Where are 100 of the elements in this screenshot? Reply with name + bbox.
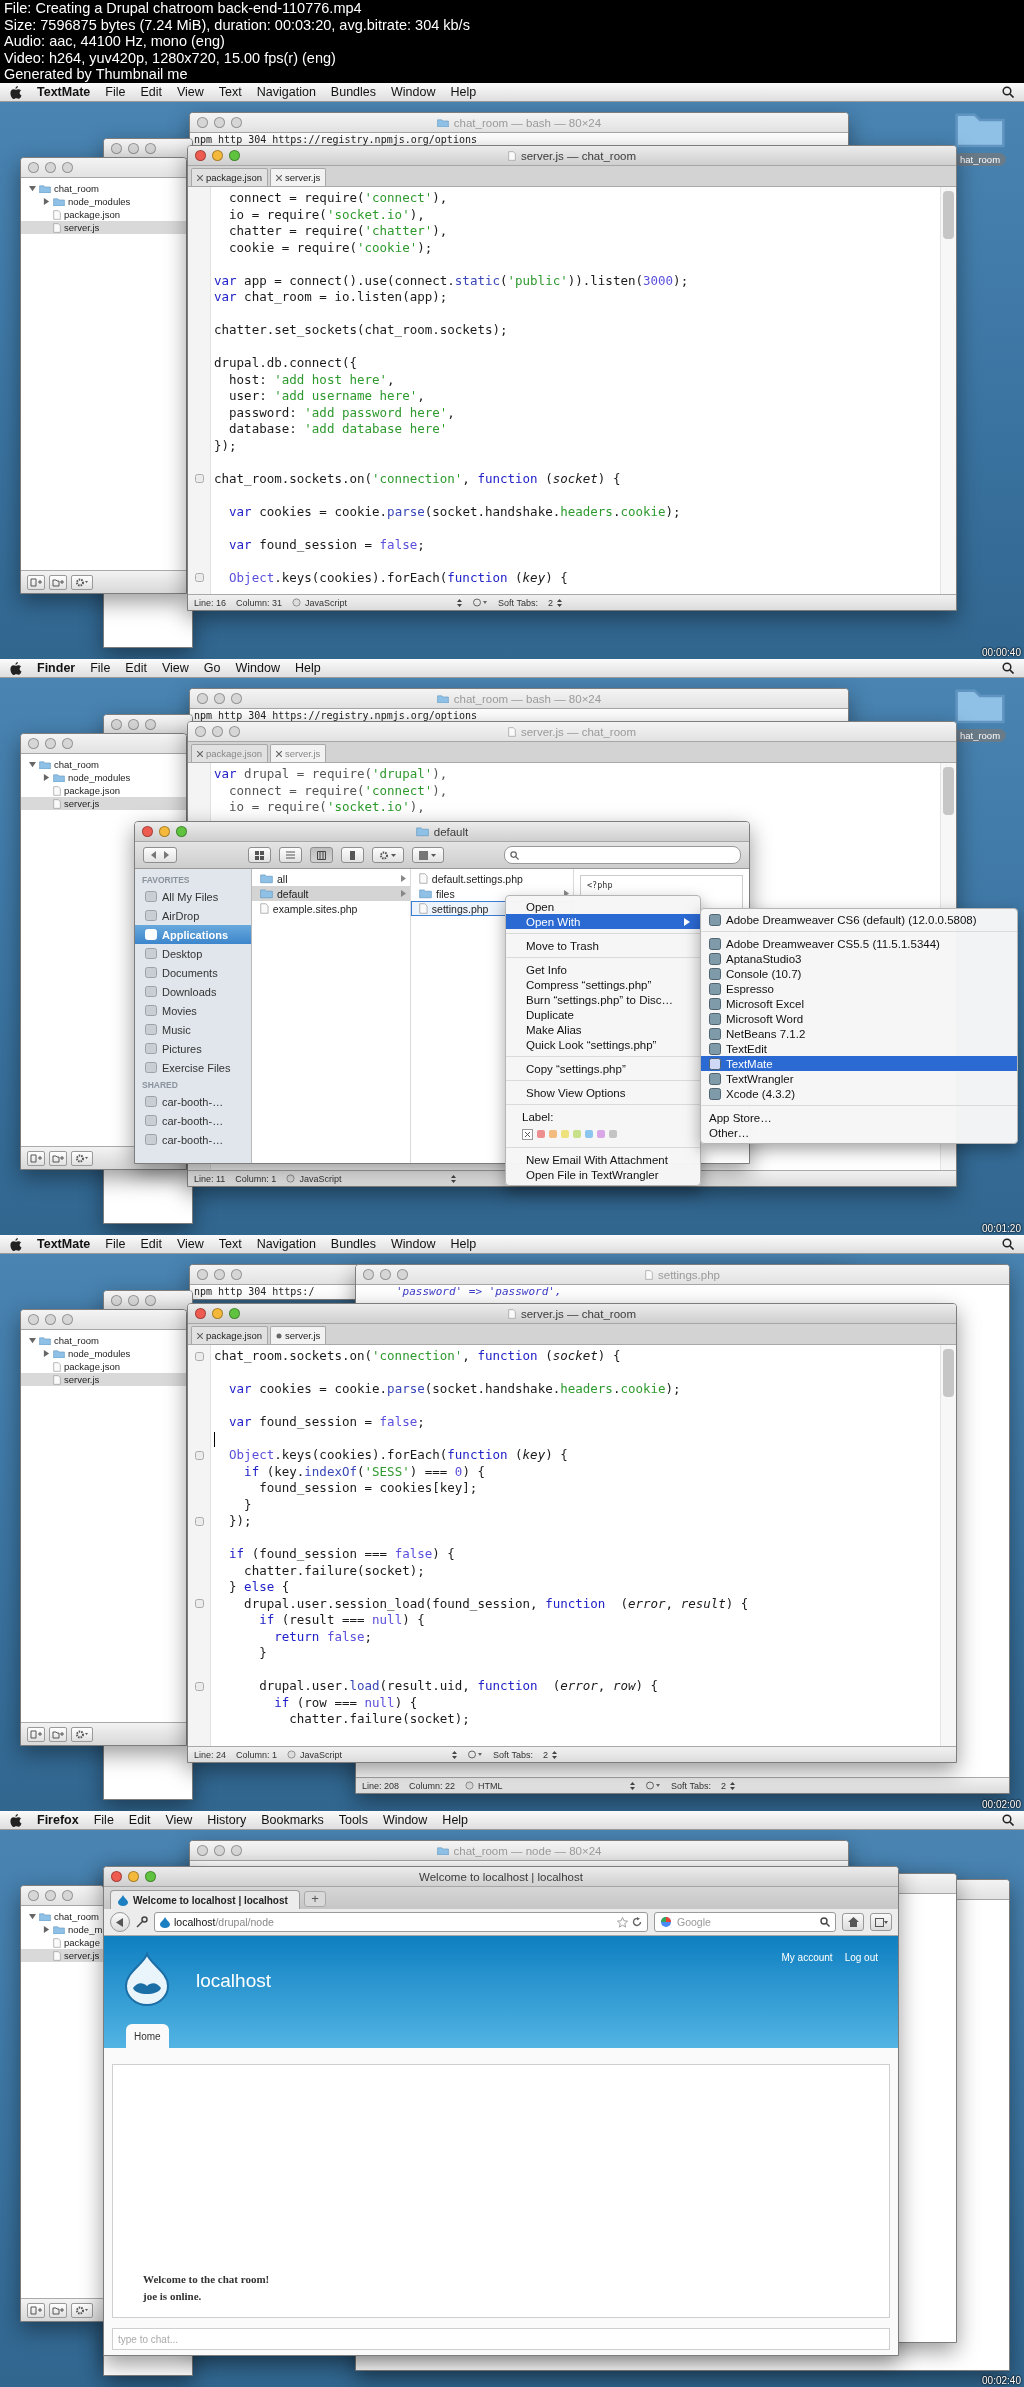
zoom-button[interactable] xyxy=(229,150,240,161)
menu-item[interactable]: Console (10.7) xyxy=(701,966,1017,981)
tree-item[interactable]: chat_room xyxy=(21,758,186,771)
menu-item[interactable]: TextMate xyxy=(701,1056,1017,1071)
menu-bar-item[interactable]: Bookmarks xyxy=(261,1813,324,1827)
apple-menu-icon[interactable] xyxy=(10,1813,22,1827)
minimize-button[interactable] xyxy=(214,117,225,128)
fold-marker-icon[interactable] xyxy=(195,1599,204,1609)
tab-size-selector[interactable]: 2 xyxy=(542,1749,557,1760)
gear-icon[interactable] xyxy=(645,1781,662,1790)
tree-item[interactable]: chat_room xyxy=(21,1910,103,1923)
menu-bar-item[interactable]: View xyxy=(161,661,189,675)
zoom-button[interactable] xyxy=(231,693,242,704)
fold-marker-icon[interactable] xyxy=(195,1681,204,1691)
minimize-button[interactable] xyxy=(45,738,56,749)
menu-item[interactable]: App Store… xyxy=(701,1110,1017,1125)
close-button[interactable] xyxy=(195,1308,206,1319)
menu-item[interactable]: TextEdit xyxy=(701,1041,1017,1056)
search-icon[interactable] xyxy=(1002,1238,1014,1250)
fold-marker-icon[interactable] xyxy=(195,1351,204,1361)
new-folder-button[interactable] xyxy=(49,2302,67,2318)
tree-item[interactable]: chat_room xyxy=(21,182,186,195)
sidebar-item[interactable]: All My Files xyxy=(135,887,251,906)
close-button[interactable] xyxy=(363,1269,374,1280)
zoom-button[interactable] xyxy=(62,738,73,749)
minimize-button[interactable] xyxy=(212,1308,223,1319)
close-icon[interactable] xyxy=(197,750,203,757)
sidebar-item[interactable]: car-booth-… xyxy=(135,1130,251,1149)
menu-bar-item[interactable]: Window xyxy=(382,1813,428,1827)
menu-item[interactable]: Get Info xyxy=(506,962,700,977)
menu-bar-item[interactable]: View xyxy=(176,85,204,99)
menu-bar-item[interactable]: History xyxy=(207,1813,247,1827)
settings-button[interactable] xyxy=(71,2302,93,2318)
home-button[interactable] xyxy=(842,1913,864,1931)
language-selector[interactable]: JavaScript xyxy=(286,1173,457,1184)
tree-item[interactable]: node_m xyxy=(21,1923,103,1936)
menu-item[interactable]: Show View Options xyxy=(506,1085,700,1100)
tree-item[interactable]: package.json xyxy=(21,784,186,797)
close-icon[interactable] xyxy=(197,174,203,181)
menu-bar-item[interactable]: Edit xyxy=(140,85,162,99)
file-row[interactable]: default.settings.php xyxy=(411,871,573,886)
fold-marker-icon[interactable] xyxy=(195,1450,204,1460)
zoom-button[interactable] xyxy=(176,826,187,837)
menu-bar-item[interactable]: Navigation xyxy=(256,1237,316,1251)
search-icon[interactable] xyxy=(1002,662,1014,674)
minimize-button[interactable] xyxy=(45,162,56,173)
zoom-button[interactable] xyxy=(145,719,156,730)
sidebar-item[interactable]: Pictures xyxy=(135,1039,251,1058)
disclosure-triangle-icon[interactable] xyxy=(29,761,36,768)
zoom-button[interactable] xyxy=(229,726,240,737)
sidebar-item[interactable]: AirDrop xyxy=(135,906,251,925)
sidebar-item[interactable]: Music xyxy=(135,1020,251,1039)
tree-item[interactable]: package xyxy=(21,1936,103,1949)
menu-item[interactable]: TextWrangler xyxy=(701,1071,1017,1086)
settings-button[interactable] xyxy=(71,574,93,590)
sidebar-item[interactable]: Documents xyxy=(135,963,251,982)
arrange-menu-button[interactable] xyxy=(412,847,444,863)
file-tab[interactable]: package.json xyxy=(191,1326,268,1344)
menu-bar-item[interactable]: Go xyxy=(203,661,221,675)
label-color-swatch[interactable] xyxy=(585,1130,593,1138)
zoom-button[interactable] xyxy=(231,1269,242,1280)
new-file-button[interactable] xyxy=(27,1150,45,1166)
unsaved-dot-icon[interactable] xyxy=(276,1332,282,1339)
new-file-button[interactable] xyxy=(27,574,45,590)
list-view-button[interactable] xyxy=(279,847,302,863)
label-color-swatch[interactable] xyxy=(561,1130,569,1138)
address-field[interactable]: localhost/drupal/node xyxy=(154,1912,648,1932)
menu-bar-item[interactable]: Help xyxy=(442,1813,469,1827)
minimize-button[interactable] xyxy=(45,1314,56,1325)
zoom-button[interactable] xyxy=(145,1295,156,1306)
menu-item[interactable]: New Email With Attachment xyxy=(506,1152,700,1167)
minimize-button[interactable] xyxy=(45,1890,56,1901)
new-folder-button[interactable] xyxy=(49,1150,67,1166)
fold-marker-icon[interactable] xyxy=(195,474,204,484)
no-label-icon[interactable] xyxy=(522,1128,533,1140)
menu-item[interactable]: Espresso xyxy=(701,981,1017,996)
menu-bar-item[interactable]: File xyxy=(105,1237,126,1251)
new-folder-button[interactable] xyxy=(49,574,67,590)
new-file-button[interactable] xyxy=(27,1726,45,1742)
menu-bar-item[interactable]: Edit xyxy=(140,1237,162,1251)
app-menu[interactable]: TextMate xyxy=(37,1237,91,1251)
user-link[interactable]: Log out xyxy=(844,1952,878,1963)
language-selector[interactable]: JavaScript xyxy=(292,597,463,608)
minimize-button[interactable] xyxy=(159,826,170,837)
fold-marker-icon[interactable] xyxy=(195,573,204,583)
minimize-button[interactable] xyxy=(128,143,139,154)
menu-bar-item[interactable]: View xyxy=(176,1237,204,1251)
minimize-button[interactable] xyxy=(214,1845,225,1856)
app-menu[interactable]: TextMate xyxy=(37,85,91,99)
search-icon[interactable] xyxy=(1002,1814,1014,1826)
menu-item[interactable]: Compress “settings.php” xyxy=(506,977,700,992)
sidebar-item[interactable]: car-booth-… xyxy=(135,1111,251,1130)
new-tab-button[interactable]: + xyxy=(304,1891,326,1907)
menu-bar-item[interactable]: Navigation xyxy=(256,85,316,99)
sidebar-item[interactable]: Exercise Files xyxy=(135,1058,251,1077)
back-forward-buttons[interactable] xyxy=(143,847,177,863)
close-icon[interactable] xyxy=(276,174,282,181)
tree-item[interactable]: chat_room xyxy=(21,1334,186,1347)
menu-bar-item[interactable]: Help xyxy=(450,1237,477,1251)
minimize-button[interactable] xyxy=(214,1269,225,1280)
